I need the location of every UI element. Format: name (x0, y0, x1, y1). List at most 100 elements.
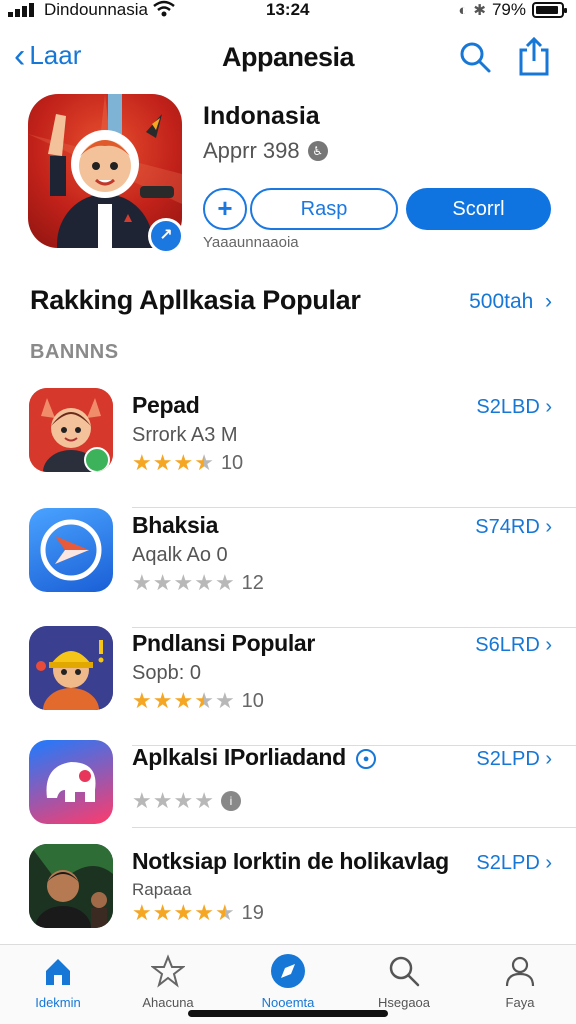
wifi-icon (153, 0, 175, 17)
lock-rotation-icon: ◐ (458, 1, 468, 19)
star-icon: ★ (152, 688, 173, 713)
app-subtitle: Rapaaa (132, 880, 192, 899)
star-icon: ★ (214, 570, 235, 595)
tab-discover[interactable]: Nooemta (238, 951, 338, 1010)
tab-home[interactable]: Idekmin (8, 951, 108, 1010)
featured-app-footer: Yaaaunnaaoia (203, 234, 299, 251)
star-icon: ★ (152, 450, 173, 475)
get-button[interactable]: S2LPD › (476, 852, 552, 875)
get-button[interactable]: S2LPD › (476, 748, 552, 771)
app-name: Pndlansi Popular (132, 630, 316, 656)
clock: 13:24 (266, 0, 310, 19)
chevron-right-icon: › (539, 634, 552, 656)
character-illustration (29, 626, 113, 710)
star-icon: ★ (173, 450, 194, 475)
secondary-action-button[interactable]: Rasp (250, 188, 398, 230)
get-button[interactable]: S6LRD › (475, 634, 552, 657)
info-icon: i (220, 791, 241, 811)
status-bar: Dindounnasia 13:24 ◐ ✱ 79% (0, 0, 576, 22)
tab-label: Nooemta (261, 995, 315, 1010)
app-subtitle: Sopb: 0 (132, 662, 201, 684)
search-icon[interactable] (458, 40, 492, 74)
tab-label: Hsegaoa (377, 995, 431, 1010)
rating-count: 12 (241, 571, 264, 594)
share-icon[interactable] (516, 36, 552, 76)
featured-app-name: Indonasia (203, 102, 320, 130)
star-icon: ★ (132, 570, 152, 595)
chevron-right-icon: › (539, 396, 552, 418)
app-icon (29, 844, 113, 928)
half-star-icon: ★ (194, 450, 214, 475)
section-title: Rakking Apllkasia Popular (30, 285, 361, 315)
compass-illustration (40, 519, 102, 581)
chevron-right-icon: › (539, 290, 552, 313)
rating-count: 19 (241, 901, 264, 924)
get-button[interactable]: S2LBD › (476, 396, 552, 419)
app-name: Bhaksia (132, 512, 219, 538)
compass-icon (271, 954, 305, 988)
tab-profile[interactable]: Faya (470, 951, 570, 1010)
see-all-label: 500tah (469, 290, 534, 313)
star-icon (151, 954, 185, 988)
app-name: Aplkalsi IPorliadand ● (132, 744, 376, 771)
half-star-icon: ★ (214, 900, 235, 925)
battery-icon (532, 2, 567, 18)
star-icon: ★ (173, 900, 194, 925)
star-icon: ★ (152, 788, 173, 813)
star-icon: ★ (214, 688, 235, 713)
rating-count: 10 (241, 689, 264, 712)
app-icon (29, 388, 113, 472)
app-icon (29, 626, 113, 710)
price-label: S6LRD (475, 634, 540, 656)
chevron-right-icon: › (539, 748, 552, 770)
list-item[interactable]: Aplkalsi IPorliadand ● ★ ★ ★ ★ i S2LPD › (0, 740, 576, 828)
primary-action-button[interactable]: Scorrl (406, 188, 551, 230)
list-item[interactable]: Notksiap Iorktin de holikavlag Rapaaa ★ ★… (0, 844, 576, 944)
app-subtitle: Aqalk Ao 0 (132, 544, 228, 566)
search-icon (389, 956, 420, 987)
home-icon (46, 959, 70, 985)
chevron-right-icon: › (539, 516, 552, 538)
rating-count: 10 (220, 451, 244, 474)
price-label: S74RD (475, 516, 540, 538)
star-icon: ★ (173, 688, 194, 713)
star-icon: ★ (194, 788, 214, 813)
price-label: S2LBD (476, 396, 540, 418)
rating-stars: ★★★★★ 10 (132, 688, 264, 714)
star-icon: ★ (152, 900, 173, 925)
tab-label: Ahacuna (142, 995, 194, 1010)
rating-stars: ★ ★ ★ ★ i (132, 788, 241, 814)
list-item[interactable]: Bhaksia Aqalk Ao 0 ★ ★ ★ ★ ★ 12 S74RD › (0, 508, 576, 628)
rating-stars: ★★★★★ 10 (132, 450, 243, 476)
star-icon: ★ (132, 788, 152, 813)
elephant-illustration (46, 762, 96, 802)
star-icon: ★ (132, 900, 152, 925)
tab-search[interactable]: Hsegaoa (354, 951, 454, 1010)
person-icon (505, 956, 535, 987)
price-label: S2LPD (476, 748, 540, 770)
star-icon: ★ (132, 450, 152, 475)
verified-icon: ● (355, 748, 376, 769)
list-item[interactable]: Pepad Srrork A3 M ★★★★★ 10 S2LBD › (0, 388, 576, 508)
star-icon: ★ (194, 570, 214, 595)
star-icon: ★ (152, 570, 173, 595)
star-icon: ★ (194, 900, 214, 925)
battery-percent: 79% (491, 0, 526, 19)
tab-favorites[interactable]: Ahacuna (118, 951, 218, 1010)
app-name: Pepad (132, 392, 200, 418)
rating-stars: ★ ★ ★ ★ ★ 12 (132, 570, 264, 596)
home-indicator (188, 1010, 388, 1017)
see-all-link[interactable]: 500tah › (469, 290, 552, 314)
signal-icon (8, 3, 34, 17)
navigation-bar: ‹ Laar Appanesia (0, 34, 576, 80)
price-label: S2LPD (476, 852, 540, 874)
person-photo (29, 844, 113, 928)
character-illustration (29, 388, 113, 472)
star-icon: ★ (173, 570, 194, 595)
bluetooth-icon: ✱ (473, 2, 486, 19)
add-button[interactable]: + (203, 188, 247, 230)
divider (132, 827, 576, 828)
get-button[interactable]: S74RD › (475, 516, 552, 539)
list-item[interactable]: Pndlansi Popular Sopb: 0 ★ ★ ★ ★ ★ 10 S6LRD … (0, 626, 576, 746)
app-icon (29, 508, 113, 592)
